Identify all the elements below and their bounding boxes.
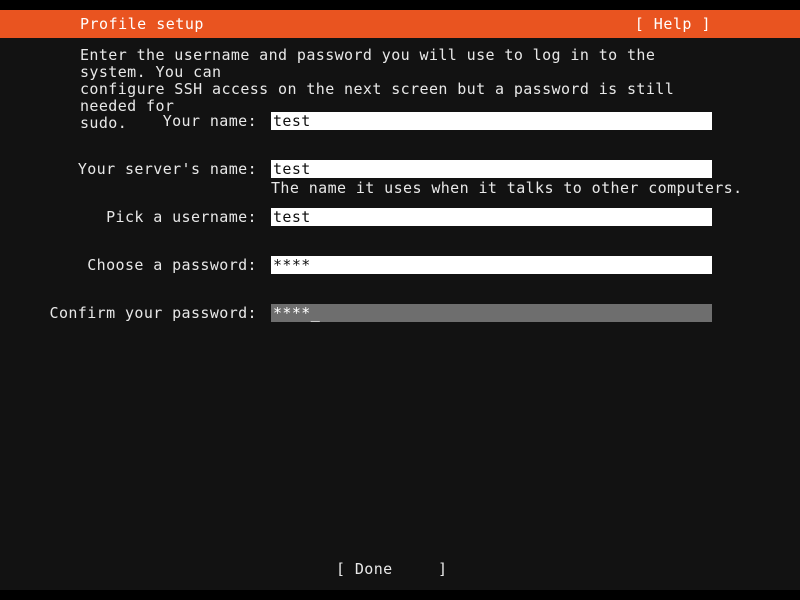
form-row-username: Pick a username: test bbox=[0, 208, 800, 226]
form-row-server-name: Your server's name: test The name it use… bbox=[0, 160, 800, 197]
input-confirm-password-text: **** bbox=[273, 304, 311, 322]
input-server-name-value: test bbox=[273, 160, 311, 178]
input-password-value: **** bbox=[273, 256, 311, 274]
done-button[interactable]: [ Done bbox=[336, 560, 393, 578]
page-title: Profile setup bbox=[80, 15, 204, 33]
label-confirm-password: Confirm your password: bbox=[49, 304, 257, 322]
input-username-value: test bbox=[273, 208, 311, 226]
done-button-bracket[interactable]: ] bbox=[438, 560, 447, 578]
form-row-confirm-password: Confirm your password: ****_ bbox=[0, 304, 800, 322]
text-cursor: _ bbox=[310, 304, 321, 322]
form-row-your-name: Your name: test bbox=[0, 112, 800, 130]
input-password[interactable]: **** bbox=[271, 256, 712, 274]
help-button[interactable]: [ Help ] bbox=[635, 10, 711, 38]
input-server-name[interactable]: test bbox=[271, 160, 712, 178]
form-row-password: Choose a password: **** bbox=[0, 256, 800, 274]
input-your-name[interactable]: test bbox=[271, 112, 712, 130]
label-server-name: Your server's name: bbox=[77, 160, 257, 178]
input-confirm-password[interactable]: ****_ bbox=[271, 304, 712, 322]
hint-server-name: The name it uses when it talks to other … bbox=[271, 179, 743, 197]
input-confirm-password-value: ****_ bbox=[273, 304, 320, 322]
installer-screen: Profile setup [ Help ] Enter the usernam… bbox=[0, 0, 800, 600]
header-bar: Profile setup [ Help ] bbox=[0, 10, 800, 38]
input-username[interactable]: test bbox=[271, 208, 712, 226]
label-password: Choose a password: bbox=[87, 256, 257, 274]
label-username: Pick a username: bbox=[106, 208, 257, 226]
label-your-name: Your name: bbox=[162, 112, 257, 130]
input-your-name-value: test bbox=[273, 112, 311, 130]
